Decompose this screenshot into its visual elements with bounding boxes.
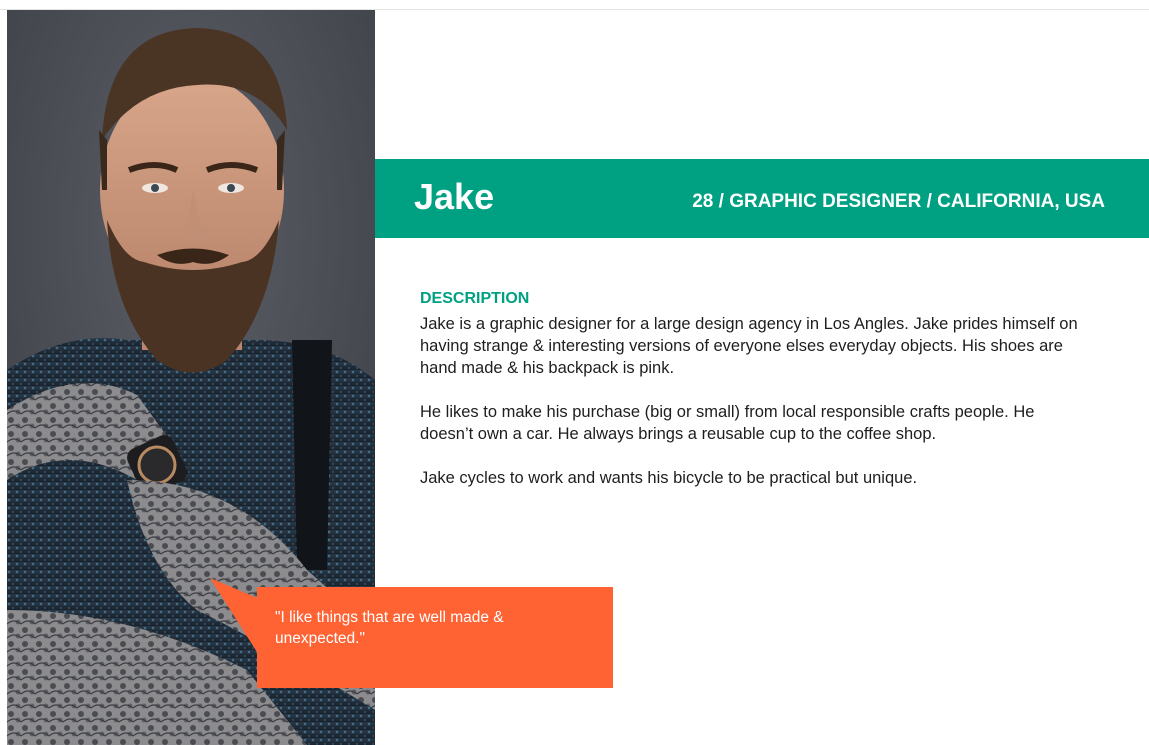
quote-callout: "I like things that are well made & unex… bbox=[257, 587, 613, 688]
persona-meta: 28 / GRAPHIC DESIGNER / CALIFORNIA, USA bbox=[692, 191, 1105, 212]
quote-text: "I like things that are well made & unex… bbox=[275, 609, 504, 647]
description-paragraph: Jake cycles to work and wants his bicycl… bbox=[420, 469, 918, 487]
description-section: DESCRIPTION Jake is a graphic designer f… bbox=[420, 288, 1090, 511]
description-paragraph: He likes to make his purchase (big or sm… bbox=[420, 403, 1035, 443]
description-heading: DESCRIPTION bbox=[420, 290, 530, 307]
description-paragraph: Jake is a graphic designer for a large d… bbox=[420, 315, 1078, 377]
persona-name: Jake bbox=[414, 176, 495, 217]
persona-header-band: Jake 28 / GRAPHIC DESIGNER / CALIFORNIA,… bbox=[375, 159, 1149, 238]
persona-page: Jake 28 / GRAPHIC DESIGNER / CALIFORNIA,… bbox=[0, 0, 1149, 745]
quote-pointer-icon bbox=[210, 578, 262, 660]
